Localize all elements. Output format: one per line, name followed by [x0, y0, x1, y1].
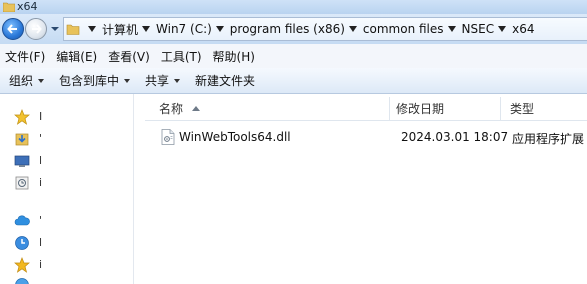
breadcrumb-computer[interactable]: 计算机 [102, 21, 138, 38]
back-arrow-icon [7, 24, 17, 34]
chevron-down-icon [124, 78, 131, 83]
breadcrumb-chevron-icon[interactable] [348, 26, 357, 32]
nav-item-starred[interactable]: i [14, 256, 48, 274]
file-name: WinWebTools64.dll [179, 130, 291, 144]
include-in-library-label: 包含到库中 [59, 74, 120, 88]
breadcrumb-chevron-icon[interactable] [498, 26, 507, 32]
favorites-star-icon [14, 109, 30, 125]
include-in-library-button[interactable]: 包含到库中 [59, 72, 131, 89]
command-toolbar: 组织 包含到库中 共享 新建文件夹 [0, 68, 587, 94]
sort-ascending-icon [192, 106, 201, 111]
column-header-row: 名称 修改日期 类型 [145, 97, 587, 121]
nav-item-recent[interactable]: l [14, 234, 48, 252]
forward-arrow-icon [32, 24, 42, 34]
nav-item-desktop[interactable]: l [14, 152, 48, 170]
folder-icon [3, 2, 15, 12]
file-row[interactable]: WinWebTools64.dll 2024.03.01 18:07 应用程序扩… [145, 126, 587, 148]
column-header-name-label: 名称 [159, 102, 184, 116]
cloud-icon [14, 215, 30, 226]
breadcrumb-x64[interactable]: x64 [512, 22, 534, 36]
nav-item-label: ' [39, 132, 43, 145]
nav-item-cloud[interactable]: ' [14, 212, 48, 230]
nav-item-label: ' [39, 214, 43, 227]
column-header-date-label: 修改日期 [396, 102, 445, 116]
breadcrumb-chevron-icon[interactable] [142, 26, 151, 32]
new-folder-label: 新建文件夹 [195, 74, 256, 88]
column-header-date-modified[interactable]: 修改日期 [390, 97, 501, 120]
recent-pages-dropdown-icon[interactable] [50, 24, 60, 34]
nav-item-label: l [39, 154, 43, 167]
chevron-down-icon [38, 78, 45, 83]
breadcrumb-chevron-icon[interactable] [447, 26, 456, 32]
column-header-name[interactable]: 名称 [145, 97, 390, 120]
address-bar[interactable]: 计算机 Win7 (C:) program files (x86) common… [63, 17, 587, 41]
breadcrumb-common-files[interactable]: common files [363, 22, 444, 36]
share-label: 共享 [145, 74, 170, 88]
window-title: x64 [17, 0, 38, 13]
new-folder-button[interactable]: 新建文件夹 [195, 72, 255, 89]
nav-item-recent-places[interactable]: i [14, 174, 48, 192]
column-header-type-label: 类型 [510, 102, 535, 116]
dll-file-icon [161, 129, 175, 145]
nav-item-favorites[interactable]: I [14, 108, 48, 126]
breadcrumb-chevron-icon[interactable] [88, 26, 96, 32]
breadcrumb-drive[interactable]: Win7 (C:) [156, 22, 212, 36]
recent-places-icon [15, 176, 29, 190]
nav-item-label: l [39, 236, 43, 249]
navigation-bar: 计算机 Win7 (C:) program files (x86) common… [0, 14, 587, 44]
nav-item-label: i [39, 176, 43, 189]
nav-item-network[interactable] [14, 276, 48, 284]
menu-help[interactable]: 帮助(H) [208, 48, 260, 65]
folder-icon [66, 24, 80, 35]
title-bar: x64 [0, 0, 587, 14]
menu-bar: 文件(F) 编辑(E) 查看(V) 工具(T) 帮助(H) [0, 44, 587, 68]
nav-item-label: i [39, 258, 43, 271]
forward-button[interactable] [25, 18, 47, 40]
breadcrumb-chevron-icon[interactable] [215, 26, 224, 32]
file-list: 名称 修改日期 类型 WinWebTools64.dll 2024.03.01 … [134, 94, 587, 284]
desktop-icon [14, 155, 30, 167]
clock-icon [15, 236, 29, 250]
globe-icon [15, 278, 29, 284]
file-type: 应用程序扩展 [512, 132, 585, 146]
downloads-icon [15, 133, 29, 146]
menu-view[interactable]: 查看(V) [103, 48, 155, 65]
explorer-window: x64 计算机 Win7 (C:) program files (x86) co… [0, 0, 587, 284]
chevron-down-icon [174, 78, 181, 83]
breadcrumb-nsec[interactable]: NSEC [462, 22, 495, 36]
navigation-pane: I ' l i ' l i [0, 94, 134, 284]
column-header-type[interactable]: 类型 [501, 97, 587, 120]
organize-button[interactable]: 组织 [9, 72, 45, 89]
breadcrumb: 计算机 Win7 (C:) program files (x86) common… [84, 18, 534, 40]
share-button[interactable]: 共享 [145, 72, 181, 89]
menu-edit[interactable]: 编辑(E) [51, 48, 102, 65]
menu-file[interactable]: 文件(F) [0, 48, 50, 65]
back-button[interactable] [2, 18, 24, 40]
star-icon [14, 257, 30, 273]
nav-item-label: I [39, 110, 43, 123]
breadcrumb-program-files[interactable]: program files (x86) [230, 22, 345, 36]
file-date-modified: 2024.03.01 18:07 [401, 130, 509, 144]
menu-tools[interactable]: 工具(T) [156, 48, 207, 65]
organize-label: 组织 [9, 74, 34, 88]
nav-item-downloads[interactable]: ' [14, 130, 48, 148]
